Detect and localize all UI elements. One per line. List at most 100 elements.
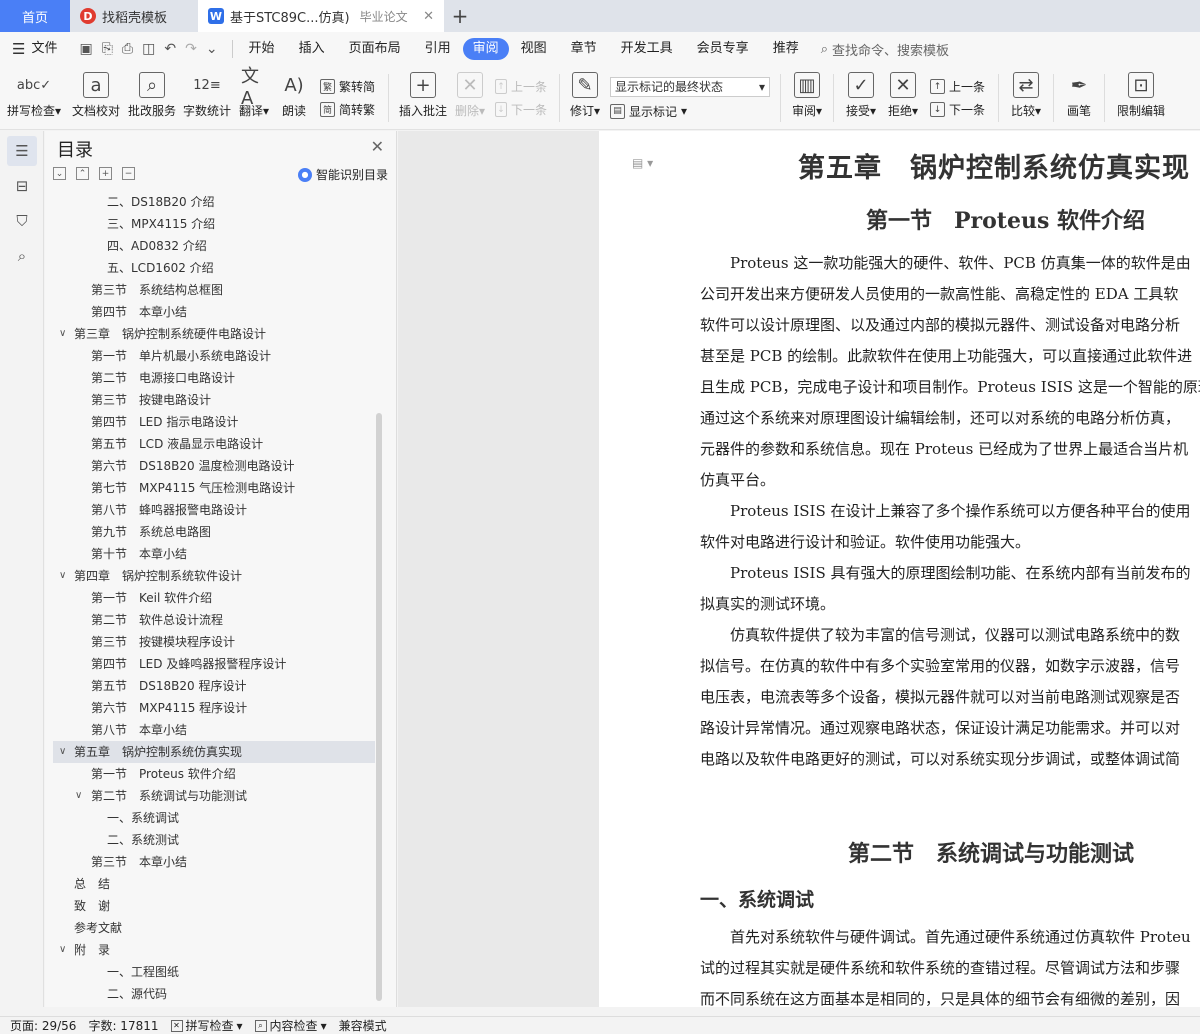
toc-item[interactable]: ∨ 第四章 锅炉控制系统软件设计: [53, 565, 375, 587]
toc-item[interactable]: 总 结: [53, 873, 375, 895]
toc-item[interactable]: 四、AD0832 介绍: [53, 235, 375, 257]
prev-comment-button[interactable]: ↑ 上一条: [495, 78, 547, 95]
chapter-nav-icon[interactable]: ⊟: [7, 171, 37, 201]
toc-scrollbar[interactable]: [376, 413, 382, 1001]
show-markup-button[interactable]: ▤ 显示标记 ▾: [610, 103, 768, 120]
toc-item[interactable]: 一、系统调试: [53, 807, 375, 829]
content-check-status[interactable]: ⌕ 内容检查 ▾: [254, 1017, 327, 1034]
word-count-indicator[interactable]: 字数: 17811: [88, 1017, 158, 1034]
reject-button[interactable]: ✕ 拒绝▾: [882, 66, 924, 128]
menu-references[interactable]: 引用: [413, 38, 463, 60]
toc-item[interactable]: 第三节 本章小结: [53, 851, 375, 873]
toc-pane-icon[interactable]: ☰: [7, 136, 37, 166]
toc-item[interactable]: 二、系统测试: [53, 829, 375, 851]
spell-check-status[interactable]: ✕ 拼写检查 ▾: [170, 1017, 243, 1034]
toc-item[interactable]: 二、源代码: [53, 983, 375, 1005]
next-change-button[interactable]: ↓ 下一条: [930, 101, 986, 118]
menu-insert[interactable]: 插入: [287, 38, 337, 60]
tab-home[interactable]: 首页: [0, 0, 70, 32]
toc-item[interactable]: 第五节 LCD 液晶显示电路设计: [53, 433, 375, 455]
redo-icon[interactable]: ↷: [185, 41, 197, 57]
menu-view[interactable]: 视图: [509, 38, 559, 60]
toc-item[interactable]: 第十节 本章小结: [53, 543, 375, 565]
close-icon[interactable]: ✕: [371, 137, 384, 156]
menu-file[interactable]: 文件: [31, 38, 69, 60]
toc-item[interactable]: 第六节 DS18B20 温度检测电路设计: [53, 455, 375, 477]
trad-to-simp-button[interactable]: 繁繁转简: [320, 78, 376, 95]
chevron-down-icon[interactable]: ∨: [75, 785, 82, 807]
page-indicator[interactable]: 页面: 29/56: [10, 1017, 76, 1034]
toc-item[interactable]: 第一节 单片机最小系统电路设计: [53, 345, 375, 367]
toc-item[interactable]: ∨ 第五章 锅炉控制系统仿真实现: [53, 741, 375, 763]
toc-item[interactable]: 第三节 按键模块程序设计: [53, 631, 375, 653]
export-icon[interactable]: ⎘: [102, 41, 113, 57]
toc-item[interactable]: 三、MPX4115 介绍: [53, 213, 375, 235]
read-aloud-button[interactable]: A) 朗读: [274, 66, 314, 128]
menu-developer[interactable]: 开发工具: [609, 38, 685, 60]
menu-recommend[interactable]: 推荐: [761, 38, 811, 60]
delete-comment-button[interactable]: ✕ 删除▾: [451, 66, 489, 128]
pen-button[interactable]: ✒ 画笔: [1060, 66, 1098, 128]
translate-button[interactable]: 文A 翻译▾: [234, 66, 274, 128]
more-icon[interactable]: ⌄: [206, 41, 218, 57]
toc-item[interactable]: 致 谢: [53, 895, 375, 917]
menu-page-layout[interactable]: 页面布局: [337, 38, 413, 60]
compare-button[interactable]: ⇄ 比较▾: [1005, 66, 1047, 128]
toc-item[interactable]: 第九节 系统总电路图: [53, 521, 375, 543]
toc-item[interactable]: 五、LCD1602 介绍: [53, 257, 375, 279]
toc-item[interactable]: ∨ 第三章 锅炉控制系统硬件电路设计: [53, 323, 375, 345]
restrict-editing-button[interactable]: ⊡ 限制编辑: [1111, 66, 1171, 128]
hamburger-icon[interactable]: ☰: [12, 40, 25, 58]
toc-item[interactable]: ∨ 第二节 系统调试与功能测试: [53, 785, 375, 807]
bookmark-icon[interactable]: ⛉: [7, 206, 37, 236]
save-icon[interactable]: ▣: [79, 41, 92, 57]
undo-icon[interactable]: ↶: [164, 41, 176, 57]
toc-item[interactable]: 第七节 MXP4115 气压检测电路设计: [53, 477, 375, 499]
toc-item[interactable]: 第二节 软件总设计流程: [53, 609, 375, 631]
print-icon[interactable]: ⎙: [122, 41, 133, 57]
promote-level-icon[interactable]: +: [99, 167, 112, 180]
word-count-button[interactable]: 12≡ 字数统计: [180, 66, 234, 128]
search-icon[interactable]: ⌕: [7, 241, 37, 271]
toc-item[interactable]: 第四节 LED 指示电路设计: [53, 411, 375, 433]
page-format-icon[interactable]: ▤ ▾: [632, 156, 653, 170]
menu-review[interactable]: 审阅: [462, 38, 509, 60]
toc-item[interactable]: 参考文献: [53, 917, 375, 939]
toc-item[interactable]: 第三节 系统结构总框图: [53, 279, 375, 301]
toc-item[interactable]: 第四节 LED 及蜂鸣器报警程序设计: [53, 653, 375, 675]
prev-change-button[interactable]: ↑ 上一条: [930, 78, 986, 95]
toc-item[interactable]: 第一节 Proteus 软件介绍: [53, 763, 375, 785]
simp-to-trad-button[interactable]: 简简转繁: [320, 101, 376, 118]
new-tab-button[interactable]: +: [444, 0, 476, 32]
menu-member[interactable]: 会员专享: [685, 38, 761, 60]
toc-item[interactable]: 第四节 本章小结: [53, 301, 375, 323]
chevron-down-icon[interactable]: ∨: [59, 565, 66, 587]
tab-template[interactable]: D 找稻壳模板: [70, 0, 198, 32]
toc-item[interactable]: 二、DS18B20 介绍: [53, 191, 375, 213]
toc-item[interactable]: 第一节 Keil 软件介绍: [53, 587, 375, 609]
toc-item[interactable]: 第八节 蜂鸣器报警电路设计: [53, 499, 375, 521]
smart-toc-button[interactable]: ● 智能识别目录: [297, 166, 388, 183]
batch-service-button[interactable]: ⌕ 批改服务: [124, 66, 180, 128]
spell-check-button[interactable]: abc✓ 拼写检查▾: [0, 66, 68, 128]
collapse-all-icon[interactable]: ⌃: [76, 167, 89, 180]
tab-document[interactable]: W 基于STC89C...仿真) 毕业论文 ✕: [198, 0, 444, 32]
toc-item[interactable]: 第二节 电源接口电路设计: [53, 367, 375, 389]
next-comment-button[interactable]: ↓ 下一条: [495, 101, 547, 118]
toc-item[interactable]: 第三节 按键电路设计: [53, 389, 375, 411]
doc-proofread-button[interactable]: a 文档校对: [68, 66, 124, 128]
toc-item[interactable]: ∨ 附 录: [53, 939, 375, 961]
insert-comment-button[interactable]: + 插入批注: [395, 66, 451, 128]
toc-item[interactable]: 第五节 DS18B20 程序设计: [53, 675, 375, 697]
track-changes-button[interactable]: ✎ 修订▾: [566, 66, 604, 128]
toc-item[interactable]: 第六节 MXP4115 程序设计: [53, 697, 375, 719]
review-pane-button[interactable]: ▥ 审阅▾: [787, 66, 827, 128]
close-tab-icon[interactable]: ✕: [423, 9, 434, 24]
chevron-down-icon[interactable]: ∨: [59, 323, 66, 345]
print-preview-icon[interactable]: ◫: [142, 41, 155, 57]
command-search[interactable]: ⌕ 查找命令、搜索模板: [811, 40, 949, 59]
toc-item[interactable]: 一、工程图纸: [53, 961, 375, 983]
toc-item[interactable]: 第八节 本章小结: [53, 719, 375, 741]
chevron-down-icon[interactable]: ∨: [59, 741, 66, 763]
demote-level-icon[interactable]: −: [122, 167, 135, 180]
